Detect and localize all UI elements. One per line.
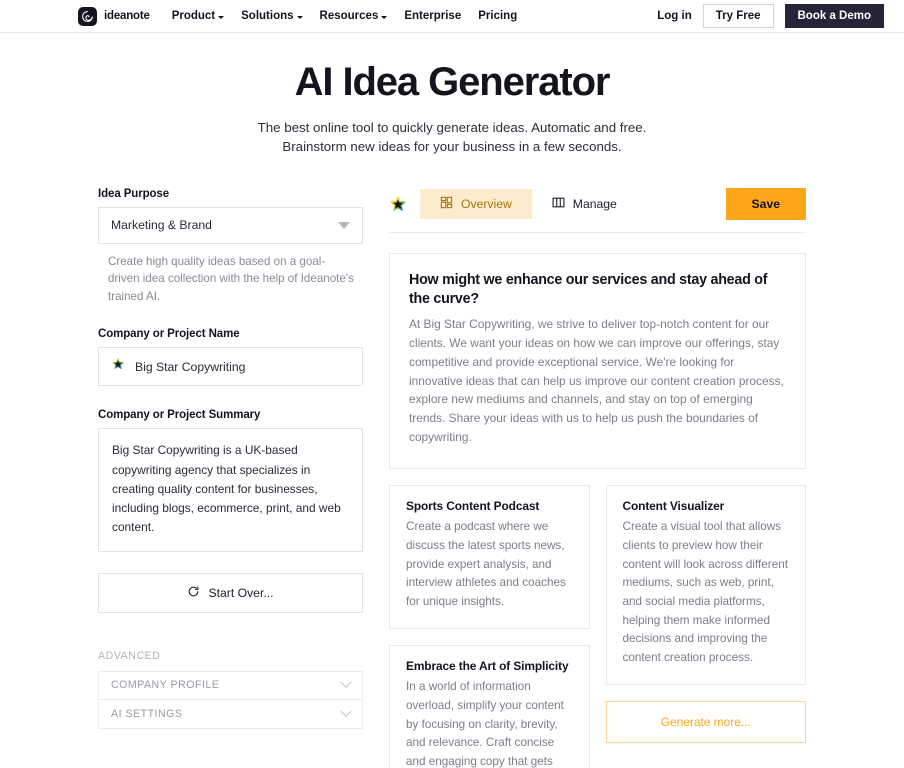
hero-subtitle: The best online tool to quickly generate… <box>0 118 904 157</box>
idea-card-title: Embrace the Art of Simplicity <box>406 658 569 673</box>
try-free-button[interactable]: Try Free <box>702 4 774 28</box>
login-link[interactable]: Log in <box>657 10 692 22</box>
nav-link-product-label: Product <box>171 10 216 22</box>
mission-body: At Big Star Copywriting, we strive to de… <box>409 317 784 444</box>
page-body: Idea Purpose Marketing & Brand Create hi… <box>0 157 904 768</box>
advanced-section-title: ADVANCED <box>98 649 161 662</box>
hero-subtitle-line1: The best online tool to quickly generate… <box>257 120 647 135</box>
idea-card-title: Sports Content Podcast <box>406 498 540 513</box>
company-name-input[interactable]: Big Star Copywriting <box>98 347 363 387</box>
idea-card[interactable]: Embrace the Art of Simplicity In a world… <box>389 644 590 768</box>
refresh-icon <box>187 585 200 601</box>
company-summary-value: Big Star Copywriting is a UK-based copyw… <box>112 443 341 535</box>
results-toolbar: Overview Manage Save <box>389 187 806 233</box>
workspace-star-icon <box>389 195 407 213</box>
hero-subtitle-line2: Brainstorm new ideas for your business i… <box>282 139 622 155</box>
brand-logo[interactable]: ideanote <box>78 6 150 26</box>
start-over-button[interactable]: Start Over... <box>98 572 363 613</box>
idea-card[interactable]: Sports Content Podcast Create a podcast … <box>389 484 590 629</box>
nav-link-enterprise[interactable]: Enterprise <box>404 10 461 22</box>
top-navigation-bar: ideanote Product Solutions Resources Ent… <box>0 0 904 33</box>
accordion-company-profile-label: COMPANY PROFILE <box>111 679 220 692</box>
book-demo-button[interactable]: Book a Demo <box>784 4 884 28</box>
idea-card[interactable]: Content Visualizer Create a visual tool … <box>605 484 806 685</box>
idea-purpose-help-text: Create high quality ideas based on a goa… <box>108 254 354 303</box>
ideanote-spiral-logo-icon <box>78 6 97 26</box>
layout-grid-icon <box>440 196 453 212</box>
nav-link-solutions[interactable]: Solutions <box>241 10 303 22</box>
accordion-ai-settings-label: AI SETTINGS <box>111 707 183 720</box>
mission-title: How might we enhance our services and st… <box>409 271 768 307</box>
company-name-value: Big Star Copywriting <box>135 359 246 374</box>
accordion-ai-settings[interactable]: AI SETTINGS <box>98 699 363 729</box>
nav-link-product[interactable]: Product <box>171 10 225 22</box>
results-panel: Overview Manage Save How might we enhanc… <box>389 187 806 768</box>
company-summary-textarea[interactable]: Big Star Copywriting is a UK-based copyw… <box>98 428 363 552</box>
settings-sidebar: Idea Purpose Marketing & Brand Create hi… <box>98 188 363 768</box>
tab-manage[interactable]: Manage <box>532 189 637 219</box>
big-star-icon <box>111 357 125 376</box>
brand-name: ideanote <box>104 10 150 22</box>
columns-board-icon <box>552 196 565 212</box>
accordion-company-profile[interactable]: COMPANY PROFILE <box>98 670 363 700</box>
tab-overview-label: Overview <box>461 196 512 211</box>
idea-column-right: Content Visualizer Create a visual tool … <box>605 484 806 743</box>
generate-more-button[interactable]: Generate more... <box>605 700 806 743</box>
company-name-label: Company or Project Name <box>98 328 240 341</box>
chevron-down-icon <box>340 705 352 717</box>
idea-purpose-select[interactable]: Marketing & Brand <box>98 206 363 244</box>
nav-link-solutions-label: Solutions <box>241 10 294 22</box>
company-summary-label: Company or Project Summary <box>98 409 261 422</box>
chevron-down-icon <box>338 221 350 229</box>
idea-card-body: In a world of information overload, simp… <box>406 680 564 768</box>
idea-card-body: Create a visual tool that allows clients… <box>622 520 788 665</box>
tab-manage-label: Manage <box>572 196 617 211</box>
mission-card: How might we enhance our services and st… <box>389 252 806 469</box>
save-button[interactable]: Save <box>725 187 806 220</box>
idea-purpose-label: Idea Purpose <box>98 187 170 200</box>
idea-column-left: Sports Content Podcast Create a podcast … <box>389 484 590 768</box>
nav-actions: Log in Try Free Book a Demo <box>657 4 884 28</box>
chevron-down-icon <box>340 676 352 689</box>
tab-overview[interactable]: Overview <box>420 188 532 219</box>
idea-purpose-value: Marketing & Brand <box>111 218 212 233</box>
idea-card-title: Content Visualizer <box>622 498 725 513</box>
chevron-down-icon <box>296 15 303 19</box>
chevron-down-icon <box>381 15 388 19</box>
start-over-label: Start Over... <box>208 585 274 600</box>
nav-link-resources[interactable]: Resources <box>320 10 388 22</box>
chevron-down-icon <box>218 15 225 19</box>
idea-grid: Sports Content Podcast Create a podcast … <box>389 484 806 768</box>
page-title: AI Idea Generator <box>294 60 611 104</box>
nav-link-pricing[interactable]: Pricing <box>478 10 517 22</box>
nav-links: Product Solutions Resources Enterprise P… <box>172 10 518 22</box>
hero-section: AI Idea Generator The best online tool t… <box>0 33 904 157</box>
nav-link-resources-label: Resources <box>319 10 379 22</box>
idea-card-body: Create a podcast where we discuss the la… <box>406 520 566 609</box>
